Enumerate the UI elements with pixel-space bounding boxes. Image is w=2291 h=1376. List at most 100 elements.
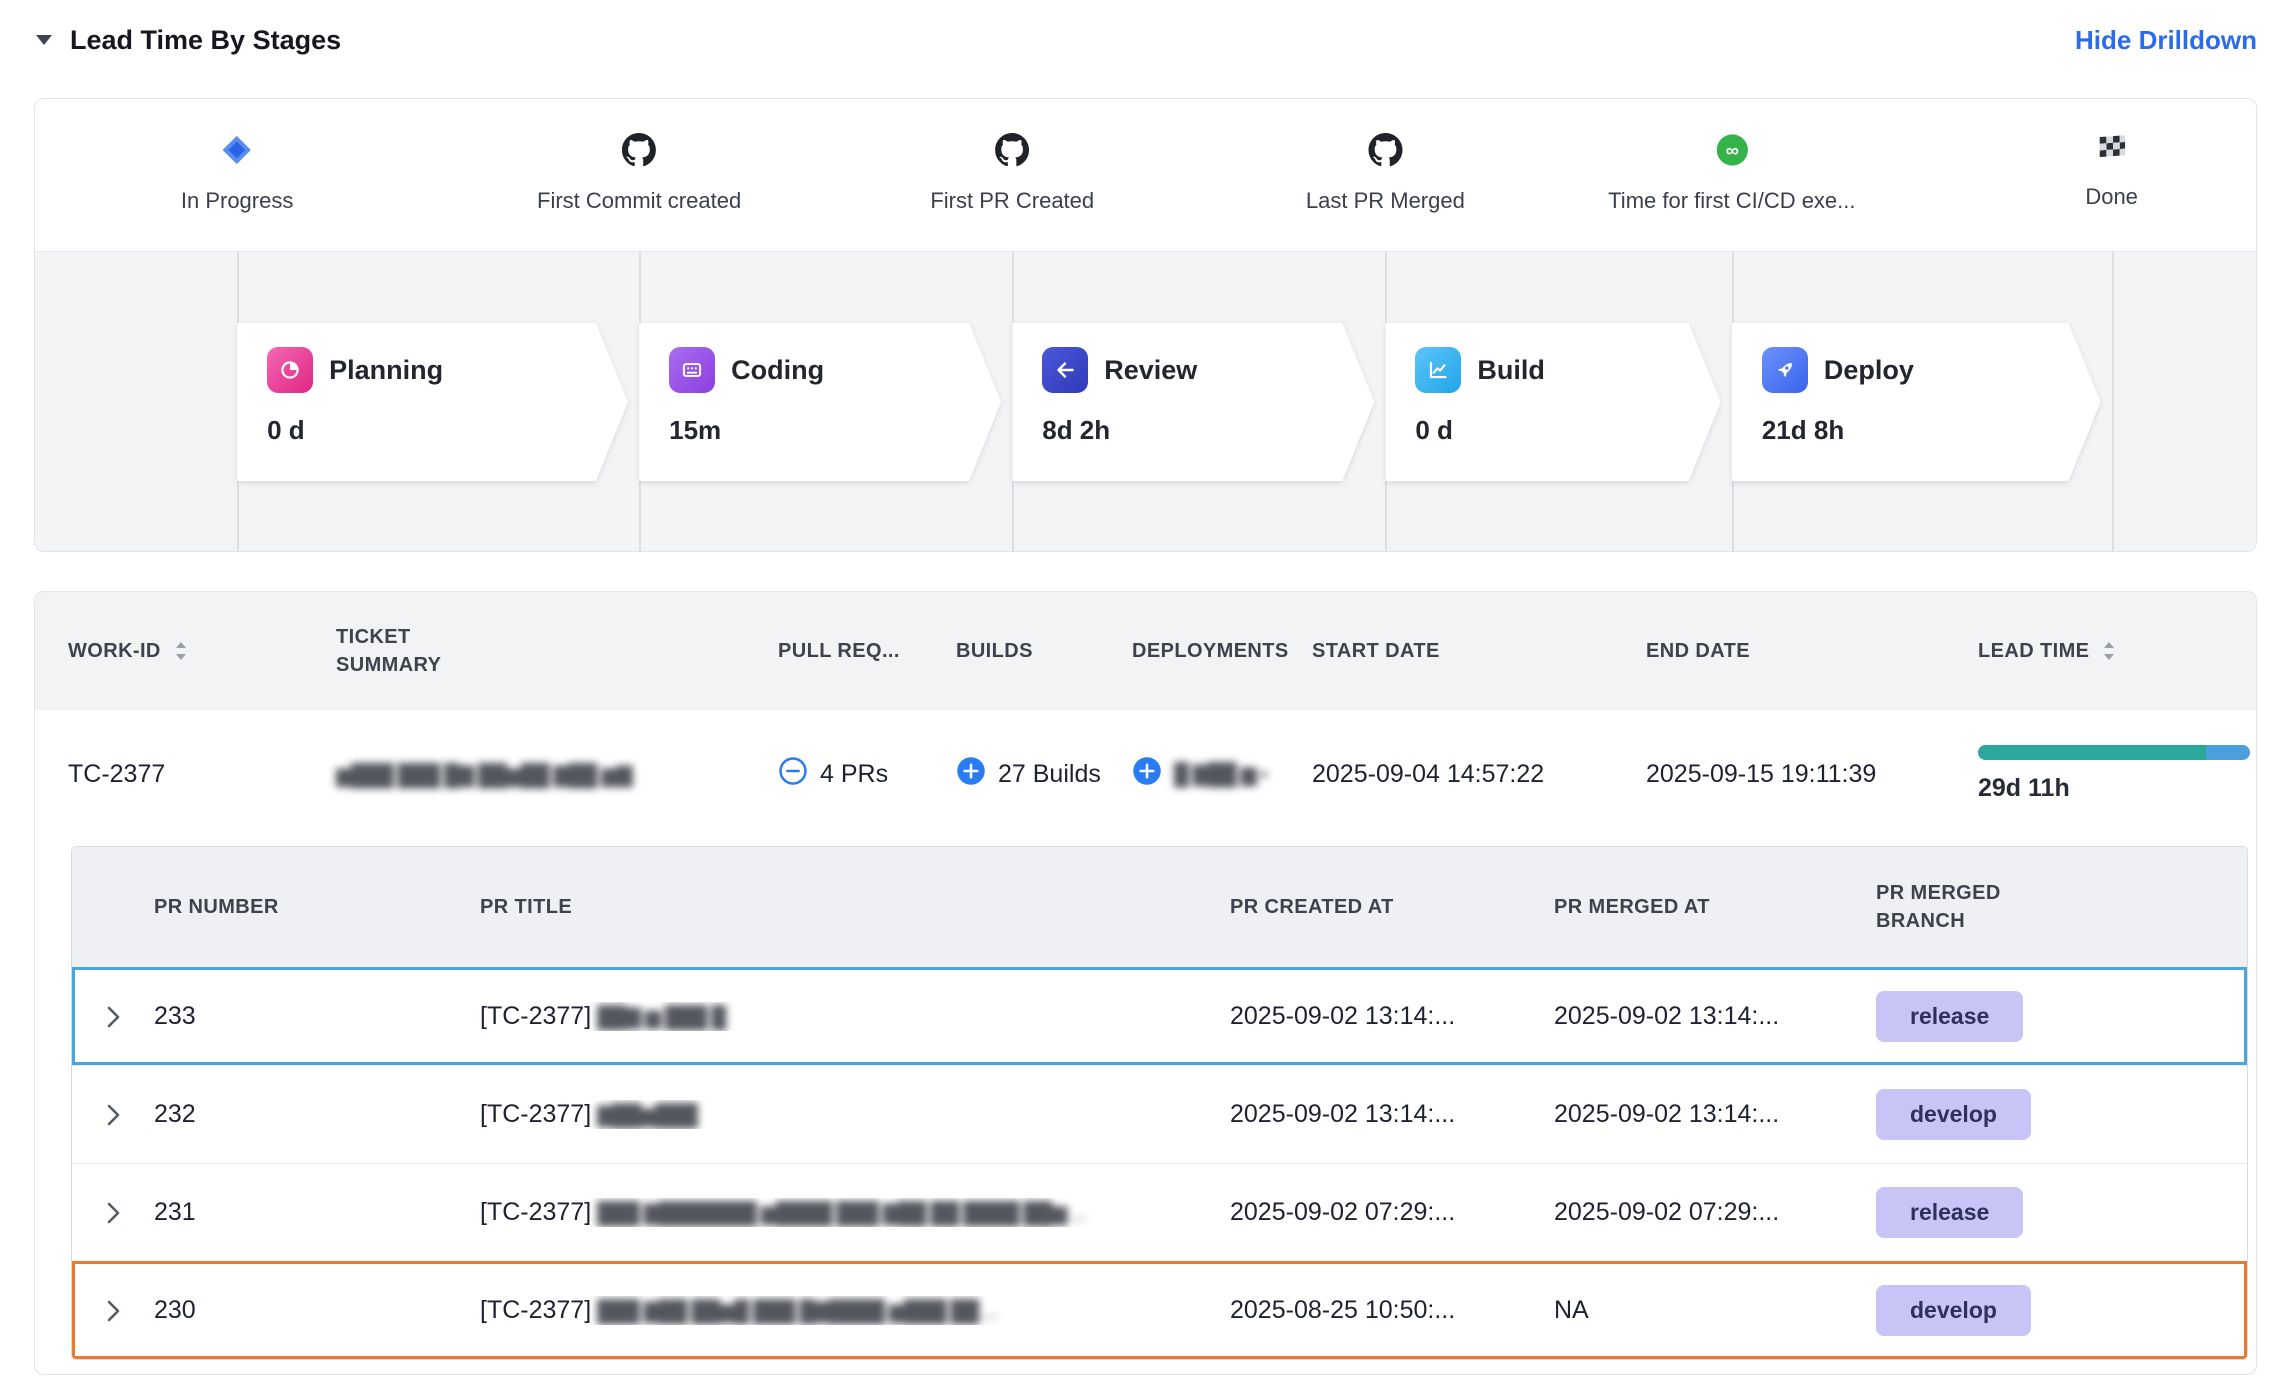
redacted-text: ███ ▇██ ██▆█ ███ █▇████ ▆███ ██ ... xyxy=(597,1299,997,1324)
milestone-done: Done xyxy=(2085,133,2138,210)
pr-merged-at: 2025-09-02 13:14:... xyxy=(1554,1002,1876,1031)
pr-table-header: PR NUMBER PR TITLE PR CREATED AT PR MERG… xyxy=(72,847,2247,967)
pr-title: [TC-2377] ██▇ ▆ ███ █ xyxy=(480,1002,1230,1031)
pr-branch-cell: release xyxy=(1876,1187,2247,1238)
pr-number: 232 xyxy=(154,1100,480,1129)
diamond-icon xyxy=(220,133,254,172)
pr-row-233[interactable]: 233 [TC-2377] ██▇ ▆ ███ █ 2025-09-02 13:… xyxy=(72,967,2247,1065)
milestone-in-progress: In Progress xyxy=(181,133,294,214)
chevron-right-icon[interactable] xyxy=(72,1103,154,1127)
branch-badge: release xyxy=(1876,1187,2023,1238)
milestone-first-commit: First Commit created xyxy=(537,133,741,214)
pr-branch-cell: release xyxy=(1876,991,2247,1042)
column-header-pr-branch: PR MERGED BRANCH xyxy=(1876,879,2076,935)
start-date-cell: 2025-09-04 14:57:22 xyxy=(1312,760,1646,789)
work-id-cell: TC-2377 xyxy=(68,760,336,789)
collapse-toggle-icon[interactable] xyxy=(34,31,54,49)
stages-card: In Progress First Commit created First P… xyxy=(34,98,2257,552)
milestone-last-pr-merged: Last PR Merged xyxy=(1306,133,1465,214)
pr-title: [TC-2377] ▇██▆███ xyxy=(480,1100,1230,1129)
pr-created-at: 2025-09-02 07:29:... xyxy=(1230,1198,1554,1227)
stage-planning: Planning 0 d xyxy=(237,323,628,481)
lead-time-progress-bar xyxy=(1978,745,2250,760)
stage-build: Build 0 d xyxy=(1385,323,1720,481)
column-header-lead-time[interactable]: LEAD TIME xyxy=(1978,637,2256,665)
pr-branch-cell: develop xyxy=(1876,1089,2247,1140)
builds-cell[interactable]: 27 Builds xyxy=(956,756,1132,793)
chevron-right-icon[interactable] xyxy=(72,1201,154,1225)
milestone-label: Done xyxy=(2085,184,2138,210)
branch-badge: develop xyxy=(1876,1089,2031,1140)
pr-title: [TC-2377] ███ ▇███████ ▆████ ███ ▇██ ██ … xyxy=(480,1198,1230,1227)
lead-bar-teal-segment xyxy=(1978,745,2206,760)
stage-duration: 15m xyxy=(669,415,961,446)
svg-text:∞: ∞ xyxy=(1725,139,1738,160)
stage-name: Review xyxy=(1104,355,1197,386)
column-header-pr-merged: PR MERGED AT xyxy=(1554,893,1876,921)
milestone-label: Time for first CI/CD exe... xyxy=(1608,188,1855,214)
ticket-summary-cell: ▆███ ███ █▇ ██▆██ ▇██ ▆▇ xyxy=(336,760,778,789)
stage-duration: 8d 2h xyxy=(1042,415,1334,446)
work-table-header: WORK-ID TICKET SUMMARY PULL REQ... BUILD… xyxy=(35,592,2256,710)
column-header-start-date: START DATE xyxy=(1312,637,1646,665)
stage-name: Deploy xyxy=(1824,355,1914,386)
milestone-label: Last PR Merged xyxy=(1306,188,1465,214)
keyboard-icon xyxy=(669,347,715,393)
work-item-row[interactable]: TC-2377 ▆███ ███ █▇ ██▆██ ▇██ ▆▇ 4 PRs 2… xyxy=(35,710,2256,838)
stage-name: Planning xyxy=(329,355,443,386)
column-label: WORK-ID xyxy=(68,637,161,665)
deployments-cell[interactable]: █ ▇██ ▆ ▪ xyxy=(1132,756,1312,793)
column-header-end-date: END DATE xyxy=(1646,637,1978,665)
redacted-text: ██▇ ▆ ███ █ xyxy=(597,1005,725,1030)
branch-badge: release xyxy=(1876,991,2023,1042)
column-header-pull-requests: PULL REQ... xyxy=(778,637,956,665)
chevron-right-icon[interactable] xyxy=(72,1005,154,1029)
column-label: LEAD TIME xyxy=(1978,637,2089,665)
stage-separator xyxy=(2112,252,2114,551)
end-date-cell: 2025-09-15 19:11:39 xyxy=(1646,760,1978,789)
pr-number: 230 xyxy=(154,1296,480,1325)
stage-name: Coding xyxy=(731,355,824,386)
pr-created-at: 2025-08-25 10:50:... xyxy=(1230,1296,1554,1325)
stage-review: Review 8d 2h xyxy=(1012,323,1374,481)
column-header-pr-title: PR TITLE xyxy=(480,893,1230,921)
column-header-ticket-summary: TICKET SUMMARY xyxy=(336,623,516,679)
column-header-pr-number: PR NUMBER xyxy=(154,893,480,921)
github-icon xyxy=(622,133,656,172)
pull-requests-count: 4 PRs xyxy=(820,760,888,789)
milestone-label: First PR Created xyxy=(930,188,1094,214)
milestone-label: First Commit created xyxy=(537,188,741,214)
plus-circle-icon[interactable] xyxy=(956,756,986,793)
milestones-row: In Progress First Commit created First P… xyxy=(35,99,2256,251)
column-header-work-id[interactable]: WORK-ID xyxy=(68,637,336,665)
pr-row-231[interactable]: 231 [TC-2377] ███ ▇███████ ▆████ ███ ▇██… xyxy=(72,1163,2247,1261)
finish-flag-icon xyxy=(2096,133,2128,168)
github-icon xyxy=(995,133,1029,172)
column-header-deployments: DEPLOYMENTS xyxy=(1132,637,1312,665)
pr-created-at: 2025-09-02 13:14:... xyxy=(1230,1100,1554,1129)
sort-icon[interactable] xyxy=(2101,639,2117,663)
line-chart-icon xyxy=(1415,347,1461,393)
pr-row-230[interactable]: 230 [TC-2377] ███ ▇██ ██▆█ ███ █▇████ ▆█… xyxy=(72,1261,2247,1359)
chevron-right-icon[interactable] xyxy=(72,1299,154,1323)
stage-deploy: Deploy 21d 8h xyxy=(1732,323,2101,481)
lead-time-page: Lead Time By Stages Hide Drilldown In Pr… xyxy=(0,0,2291,1375)
stage-duration: 0 d xyxy=(1415,415,1680,446)
hide-drilldown-link[interactable]: Hide Drilldown xyxy=(2075,25,2257,56)
page-title: Lead Time By Stages xyxy=(70,25,341,56)
minus-circle-icon[interactable] xyxy=(778,756,808,793)
pr-created-at: 2025-09-02 13:14:... xyxy=(1230,1002,1554,1031)
plus-circle-icon[interactable] xyxy=(1132,756,1162,793)
cicd-link-icon: ∞ xyxy=(1715,133,1749,172)
pr-title-prefix: [TC-2377] xyxy=(480,1296,591,1325)
pr-title-prefix: [TC-2377] xyxy=(480,1198,591,1227)
pr-row-232[interactable]: 232 [TC-2377] ▇██▆███ 2025-09-02 13:14:.… xyxy=(72,1065,2247,1163)
milestone-cicd: ∞ Time for first CI/CD exe... xyxy=(1608,133,1855,214)
sort-icon[interactable] xyxy=(173,639,189,663)
milestone-first-pr: First PR Created xyxy=(930,133,1094,214)
pr-merged-at: 2025-09-02 13:14:... xyxy=(1554,1100,1876,1129)
pull-requests-cell[interactable]: 4 PRs xyxy=(778,756,956,793)
github-icon xyxy=(1368,133,1402,172)
pr-branch-cell: develop xyxy=(1876,1285,2247,1336)
pr-title: [TC-2377] ███ ▇██ ██▆█ ███ █▇████ ▆███ █… xyxy=(480,1296,1230,1325)
